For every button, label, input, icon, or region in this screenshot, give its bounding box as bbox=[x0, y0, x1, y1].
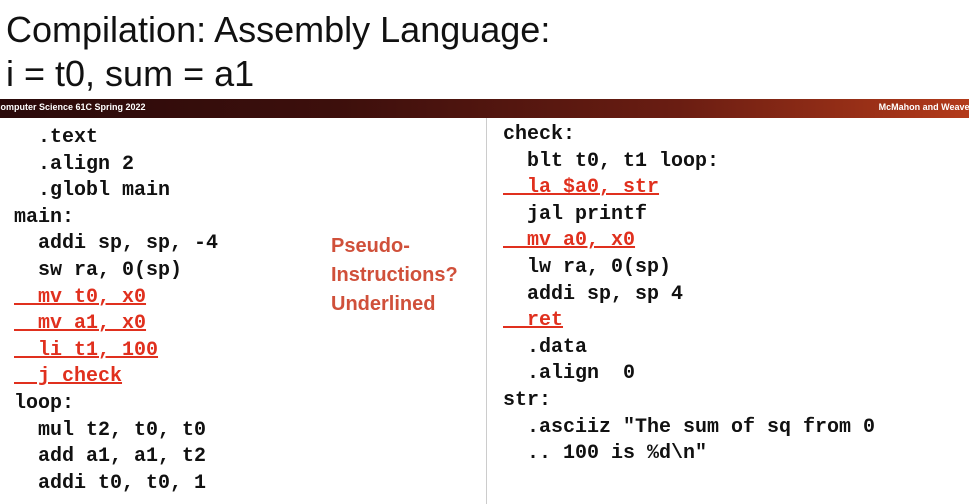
code-block-left: .text .align 2 .globl main main: addi sp,… bbox=[14, 125, 218, 497]
pseudo-instruction-line: j check bbox=[14, 365, 123, 389]
code-line: check: bbox=[503, 123, 576, 146]
pseudo-instruction-line: mv a0, x0 bbox=[503, 229, 636, 253]
code-line: addi t0, t0, 1 bbox=[14, 471, 207, 495]
code-block-right: check: blt t0, t1 loop: la $a0, str jal … bbox=[503, 122, 875, 468]
code-line: lw ra, 0(sp) bbox=[503, 255, 672, 279]
pseudo-instruction-line: li t1, 100 bbox=[14, 338, 159, 362]
code-line: blt t0, t1 loop: bbox=[503, 149, 720, 173]
note-line-2: Instructions? bbox=[331, 264, 458, 286]
note-line-3: Underlined bbox=[331, 293, 436, 315]
code-line: .asciiz "The sum of sq from 0 bbox=[503, 415, 876, 439]
code-line: loop: bbox=[14, 391, 75, 415]
pseudo-instruction-line: mv t0, x0 bbox=[14, 285, 147, 309]
slide-title-line-2: i = t0, sum = a1 bbox=[6, 53, 255, 94]
code-line: .align 0 bbox=[503, 362, 636, 386]
code-line: str: bbox=[503, 388, 552, 412]
code-line: addi sp, sp 4 bbox=[503, 282, 684, 306]
code-line: jal printf bbox=[503, 202, 648, 226]
code-line: sw ra, 0(sp) bbox=[14, 258, 183, 282]
code-line: addi sp, sp, -4 bbox=[14, 232, 219, 256]
banner-authors-label: McMahon and Weaver bbox=[878, 102, 969, 112]
code-line: .align 2 bbox=[14, 152, 135, 176]
banner-course-label: Computer Science 61C Spring 2022 bbox=[0, 102, 146, 112]
pseudo-instruction-line: mv a1, x0 bbox=[14, 312, 147, 336]
code-line: .. 100 is %d\n" bbox=[503, 442, 708, 466]
code-line: .globl main bbox=[14, 179, 171, 203]
pseudo-instructions-note: Pseudo- Instructions? Underlined bbox=[331, 232, 491, 319]
code-line: main: bbox=[14, 205, 75, 229]
code-line: mul t2, t0, t0 bbox=[14, 418, 207, 442]
note-line-1: Pseudo- bbox=[331, 235, 410, 257]
slide-title-line-1: Compilation: Assembly Language: bbox=[6, 9, 551, 50]
code-line: .text bbox=[14, 126, 99, 149]
pseudo-instruction-line: ret bbox=[503, 309, 564, 333]
code-line: add a1, a1, t2 bbox=[14, 445, 207, 469]
course-banner: Computer Science 61C Spring 2022 McMahon… bbox=[0, 99, 969, 118]
code-line: .data bbox=[503, 335, 588, 359]
pseudo-instruction-line: la $a0, str bbox=[503, 176, 660, 200]
